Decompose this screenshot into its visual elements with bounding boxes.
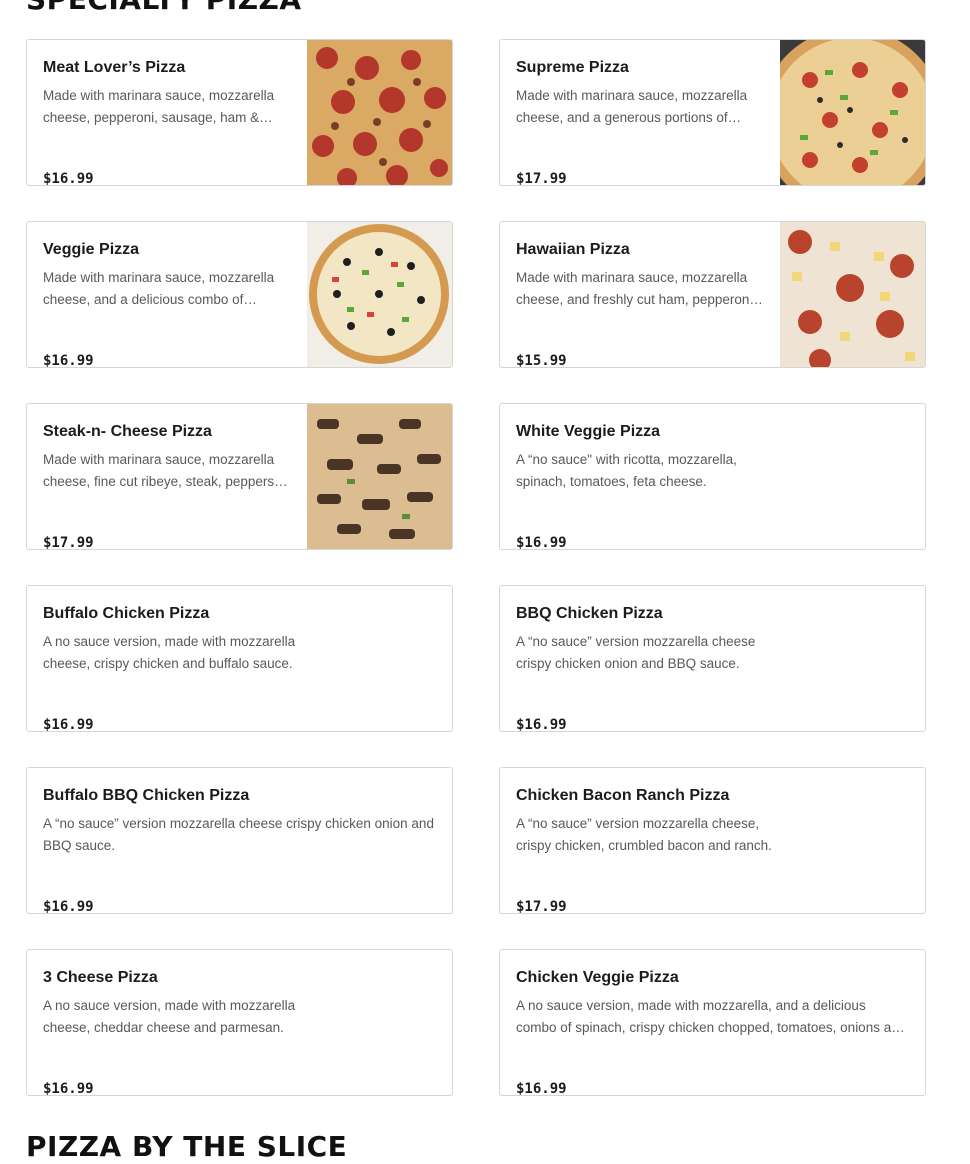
- item-name: Chicken Veggie Pizza: [516, 969, 679, 986]
- menu-item-card[interactable]: Steak-n- Cheese Pizza Made with marinara…: [26, 403, 453, 550]
- pizza-hawaiian-photo: [780, 222, 925, 367]
- menu-item-card[interactable]: 3 Cheese Pizza A no sauce version, made …: [26, 949, 453, 1096]
- item-description: Made with marinara sauce, mozzarella che…: [43, 270, 275, 307]
- item-name: 3 Cheese Pizza: [43, 969, 158, 986]
- item-price: $17.99: [43, 535, 94, 550]
- menu-item-card[interactable]: Chicken Bacon Ranch Pizza A “no sauce” v…: [499, 767, 926, 914]
- item-description: Made with marinara sauce, mozzarella che…: [516, 270, 753, 307]
- item-description: A “no sauce” version mozzarella cheese, …: [516, 816, 772, 853]
- item-description: A “no sauce” version mozzarella cheese c…: [516, 634, 756, 671]
- item-price: $16.99: [43, 717, 94, 732]
- item-price: $15.99: [516, 353, 567, 368]
- pizza-steak-photo: [307, 404, 452, 549]
- menu-item-card[interactable]: Supreme Pizza Made with marinara sauce, …: [499, 39, 926, 186]
- item-name: Chicken Bacon Ranch Pizza: [516, 787, 730, 804]
- item-name: Buffalo Chicken Pizza: [43, 605, 210, 622]
- item-name: Hawaiian Pizza: [516, 241, 630, 258]
- item-description: Made with marinara sauce, mozzarella che…: [43, 88, 275, 125]
- item-name: Steak-n- Cheese Pizza: [43, 423, 212, 440]
- pizza-pepperoni-photo: [307, 40, 452, 185]
- item-price: $16.99: [516, 1081, 567, 1096]
- item-name: BBQ Chicken Pizza: [516, 605, 663, 622]
- menu-item-card[interactable]: Chicken Veggie Pizza A no sauce version,…: [499, 949, 926, 1096]
- item-description: Made with marinara sauce, mozzarella che…: [516, 88, 748, 125]
- menu-item-card[interactable]: Veggie Pizza Made with marinara sauce, m…: [26, 221, 453, 368]
- menu-item-card[interactable]: Buffalo BBQ Chicken Pizza A “no sauce” v…: [26, 767, 453, 914]
- menu-item-card[interactable]: Buffalo Chicken Pizza A no sauce version…: [26, 585, 453, 732]
- section-title-pizza-by-the-slice: PIZZA BY THE SLICE: [26, 1130, 348, 1163]
- item-name: White Veggie Pizza: [516, 423, 661, 440]
- item-description: A no sauce version, made with mozzarella…: [43, 998, 296, 1035]
- item-price: $17.99: [516, 899, 567, 914]
- item-name: Veggie Pizza: [43, 241, 140, 258]
- item-description: A “no sauce” version mozzarella cheese c…: [43, 816, 434, 853]
- item-description: A no sauce version, made with mozzarella…: [516, 998, 907, 1035]
- item-price: $16.99: [43, 171, 94, 186]
- menu-item-card[interactable]: Meat Lover’s Pizza Made with marinara sa…: [26, 39, 453, 186]
- item-description: A “no sauce" with ricotta, mozzarella, s…: [516, 452, 737, 489]
- item-price: $16.99: [43, 353, 94, 368]
- item-price: $16.99: [516, 717, 567, 732]
- item-price: $17.99: [516, 171, 567, 186]
- menu-item-card[interactable]: Hawaiian Pizza Made with marinara sauce,…: [499, 221, 926, 368]
- item-name: Meat Lover’s Pizza: [43, 59, 186, 76]
- pizza-veggie-photo: [307, 222, 452, 367]
- item-price: $16.99: [43, 1081, 94, 1096]
- menu-item-card[interactable]: BBQ Chicken Pizza A “no sauce” version m…: [499, 585, 926, 732]
- pizza-supreme-photo: [780, 40, 925, 185]
- item-description: A no sauce version, made with mozzarella…: [43, 634, 296, 671]
- item-price: $16.99: [43, 899, 94, 914]
- menu-item-card[interactable]: White Veggie Pizza A “no sauce" with ric…: [499, 403, 926, 550]
- item-name: Buffalo BBQ Chicken Pizza: [43, 787, 250, 804]
- item-description: Made with marinara sauce, mozzarella che…: [43, 452, 275, 489]
- section-title-specialty-pizza: SPECIALTY PIZZA: [26, 0, 302, 17]
- item-name: Supreme Pizza: [516, 59, 629, 76]
- item-price: $16.99: [516, 535, 567, 550]
